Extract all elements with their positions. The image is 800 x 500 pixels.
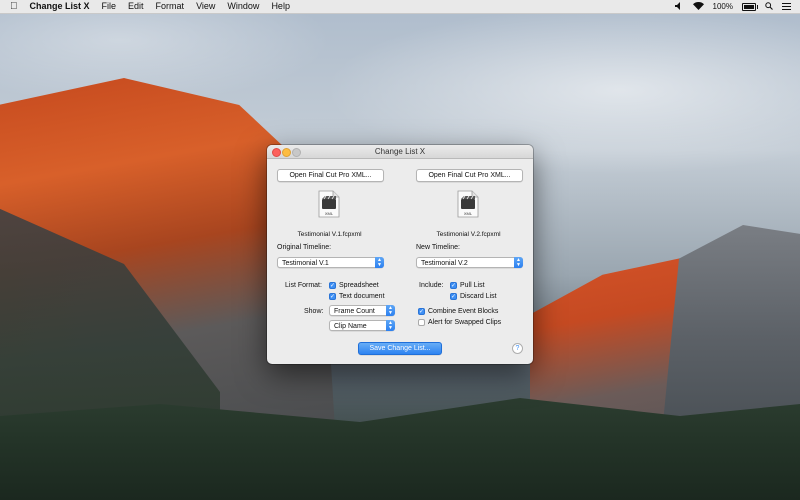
show-label: Show: xyxy=(304,308,324,315)
new-timeline-select[interactable]: Testimonial V.2 ▲ ▼ xyxy=(416,257,523,268)
change-list-window: Change List X Open Final Cut Pro XML... … xyxy=(267,145,533,364)
battery-percentage: 100% xyxy=(712,2,733,11)
select-stepper-icon: ▲ ▼ xyxy=(375,257,384,268)
show-second-value: Clip Name xyxy=(334,323,367,330)
show-first-value: Frame Count xyxy=(334,308,375,315)
spreadsheet-checkbox[interactable]: ✓ xyxy=(329,282,336,289)
menu-bar:  Change List X File Edit Format View Wi… xyxy=(0,0,800,14)
wifi-icon[interactable] xyxy=(692,1,704,12)
original-timeline-select[interactable]: Testimonial V.1 ▲ ▼ xyxy=(277,257,384,268)
spreadsheet-label: Spreadsheet xyxy=(339,282,379,289)
discard-list-checkbox[interactable]: ✓ xyxy=(450,293,457,300)
new-xml-badge: XML xyxy=(464,211,473,216)
select-stepper-icon: ▲ ▼ xyxy=(386,320,395,331)
select-stepper-icon: ▲ ▼ xyxy=(514,257,523,268)
new-xml-file-icon: XML xyxy=(457,190,479,218)
new-timeline-value: Testimonial V.2 xyxy=(421,260,468,267)
help-button[interactable]: ? xyxy=(512,343,523,354)
discard-list-label: Discard List xyxy=(460,293,497,300)
menu-view[interactable]: View xyxy=(196,0,215,13)
pull-list-label: Pull List xyxy=(460,282,485,289)
combine-event-blocks-checkbox[interactable]: ✓ xyxy=(418,308,425,315)
volume-icon[interactable] xyxy=(674,1,684,12)
menu-bar-status: 100% xyxy=(674,1,791,12)
show-first-select[interactable]: Frame Count ▲ ▼ xyxy=(329,305,395,316)
list-format-label: List Format: xyxy=(285,282,322,289)
text-document-checkbox[interactable]: ✓ xyxy=(329,293,336,300)
window-title: Change List X xyxy=(374,147,426,156)
apple-menu-icon[interactable]:  xyxy=(10,0,18,13)
show-second-select[interactable]: Clip Name ▲ ▼ xyxy=(329,320,395,331)
pull-list-checkbox[interactable]: ✓ xyxy=(450,282,457,289)
notification-center-icon[interactable] xyxy=(782,2,791,12)
alert-swapped-clips-label: Alert for Swapped Clips xyxy=(428,319,502,326)
original-xml-badge: XML xyxy=(325,211,334,216)
window-titlebar[interactable]: Change List X xyxy=(267,145,533,159)
battery-icon[interactable] xyxy=(742,2,758,11)
menu-format[interactable]: Format xyxy=(156,0,185,13)
menu-edit[interactable]: Edit xyxy=(128,0,144,13)
alert-swapped-clips-checkbox[interactable] xyxy=(418,319,425,326)
menu-window[interactable]: Window xyxy=(227,0,259,13)
select-stepper-icon: ▲ ▼ xyxy=(386,305,395,316)
original-xml-file-icon: XML xyxy=(318,190,340,218)
original-file-name: Testimonial V.1.fcpxml xyxy=(297,231,362,238)
save-change-list-button[interactable]: Save Change List... xyxy=(358,342,442,355)
open-original-xml-button[interactable]: Open Final Cut Pro XML... xyxy=(277,169,384,182)
new-file-name: Testimonial V.2.fcpxml xyxy=(436,231,501,238)
menu-app-name[interactable]: Change List X xyxy=(30,0,90,13)
menu-help[interactable]: Help xyxy=(271,0,290,13)
menu-file[interactable]: File xyxy=(102,0,117,13)
original-timeline-value: Testimonial V.1 xyxy=(282,260,329,267)
spotlight-search-icon[interactable] xyxy=(765,1,773,12)
include-label: Include: xyxy=(419,282,444,289)
original-timeline-label: Original Timeline: xyxy=(277,244,332,251)
new-timeline-label: New Timeline: xyxy=(416,244,460,251)
open-new-xml-button[interactable]: Open Final Cut Pro XML... xyxy=(416,169,523,182)
text-document-label: Text document xyxy=(339,293,385,300)
combine-event-blocks-label: Combine Event Blocks xyxy=(428,308,499,315)
